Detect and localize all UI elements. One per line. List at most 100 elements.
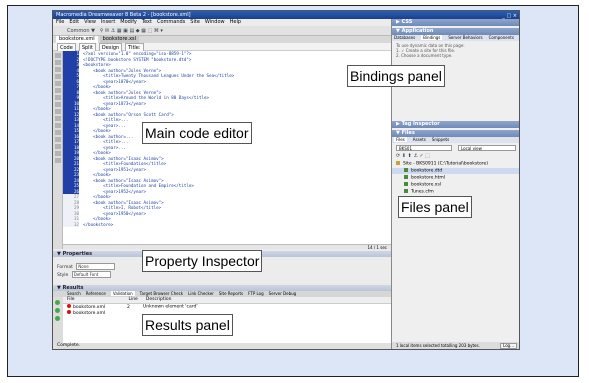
- menu-item-file[interactable]: File: [56, 19, 64, 25]
- tag-inspector-header[interactable]: ▶ Tag Inspector: [392, 121, 519, 128]
- menu-item-text[interactable]: Text: [142, 19, 152, 25]
- code-text[interactable]: </book>: [83, 216, 111, 221]
- coding-toolbar[interactable]: [53, 51, 63, 249]
- code-text[interactable]: <book author="Isaac Asimov">: [83, 178, 164, 183]
- format-row: Format None: [57, 263, 116, 270]
- menu-item-window[interactable]: Window: [205, 19, 225, 25]
- code-text[interactable]: <year>1951</year>: [83, 167, 146, 172]
- css-panel-header[interactable]: ▶ CSS: [392, 19, 519, 26]
- code-text[interactable]: <year>...: [83, 145, 126, 150]
- results-tab[interactable]: Validation: [110, 291, 135, 296]
- menu-item-view[interactable]: View: [84, 19, 96, 25]
- code-text[interactable]: <book author="Jules Verne">: [83, 68, 161, 73]
- format-select[interactable]: None: [76, 263, 116, 270]
- files-tab-assets[interactable]: Assets: [413, 137, 426, 142]
- file-list-item[interactable]: bookstore.html: [392, 175, 519, 181]
- toolbar-category[interactable]: Common ▼: [67, 28, 95, 34]
- code-text[interactable]: <year>1950</year>: [83, 211, 146, 216]
- error-icon: [67, 304, 71, 308]
- code-text[interactable]: <!DOCTYPE bookstore SYSTEM "bookstore.dt…: [83, 57, 191, 62]
- window-title: Macromedia Dreamweaver 8 Beta 2 - [books…: [56, 12, 191, 18]
- code-text[interactable]: <title>Foundation and Empire</title>: [83, 183, 194, 188]
- file-icon: [404, 168, 408, 172]
- files-toolbar-icons[interactable]: ⟳ ⬇ ⬆ ⚓ ✓ ⬚: [396, 153, 430, 159]
- files-status-bar: 1 local items selected totalling 203 byt…: [392, 342, 519, 349]
- app-tab-databases[interactable]: Databases: [394, 35, 415, 40]
- code-text[interactable]: <book author="Orson Scott Card">: [83, 112, 174, 117]
- code-text[interactable]: <title>...: [83, 139, 128, 144]
- style-label: Style: [57, 273, 69, 278]
- code-text[interactable]: </book>: [83, 128, 111, 133]
- menu-item-edit[interactable]: Edit: [69, 19, 79, 25]
- results-tab[interactable]: Reference: [86, 291, 106, 296]
- results-tab[interactable]: Site Reports: [219, 291, 243, 296]
- code-text[interactable]: </bookstore>: [83, 222, 113, 227]
- files-tab-snippets[interactable]: Snippets: [432, 137, 449, 142]
- site-folder-icon: [396, 161, 400, 165]
- menu-bar: File Edit View Insert Modify Text Commands Site…: [53, 19, 391, 26]
- code-text[interactable]: <year>...: [83, 123, 126, 128]
- insert-toolbar[interactable]: Common ▼ ⚲ ✉ ⚓ ▦ ▣ ▤ ◆ ▦ ⬚ ⌘ ▾: [53, 26, 391, 36]
- code-text[interactable]: <book author="Jules Verne">: [83, 90, 161, 95]
- menu-item-help[interactable]: Help: [230, 19, 241, 25]
- code-text[interactable]: </book>: [83, 84, 111, 89]
- code-text[interactable]: <book author="Isaac Asimov">: [83, 200, 164, 205]
- col-file[interactable]: File: [67, 297, 127, 303]
- code-text[interactable]: </book>: [83, 194, 111, 199]
- code-editor[interactable]: 1 <?xml version="1.0" encoding="iso-8859-…: [63, 51, 391, 244]
- results-tab[interactable]: Link Checker: [188, 291, 214, 296]
- slide-footer: [8, 351, 578, 376]
- log-button[interactable]: Log...: [500, 343, 517, 349]
- app-tab-server-behaviors[interactable]: Server Behaviors: [448, 35, 482, 40]
- code-text[interactable]: <title>...: [83, 117, 128, 122]
- results-tab[interactable]: Server Debug: [269, 291, 297, 296]
- file-list-item[interactable]: bookstore.dtd: [392, 168, 519, 174]
- results-tab[interactable]: Target Browser Check: [140, 291, 183, 296]
- menu-item-site[interactable]: Site: [190, 19, 200, 25]
- code-text[interactable]: <title>Twenty Thousand Leagues Under the…: [83, 73, 234, 78]
- app-tab-bindings[interactable]: Bindings: [421, 35, 443, 40]
- code-text[interactable]: <book author=...: [83, 134, 133, 139]
- results-side-toolbar[interactable]: [53, 297, 63, 343]
- document-tabs: bookstore.xml bookstore.xsl: [53, 36, 391, 43]
- code-text[interactable]: </book>: [83, 150, 111, 155]
- menu-item-modify[interactable]: Modify: [120, 19, 137, 25]
- code-text[interactable]: </book>: [83, 106, 111, 111]
- code-text[interactable]: <year>1873</year>: [83, 101, 146, 106]
- code-text[interactable]: <bookstore>: [83, 62, 111, 67]
- results-tab[interactable]: FTP Log: [248, 291, 264, 296]
- toolbar-icons[interactable]: ⚲ ✉ ⚓ ▦ ▣ ▤ ◆ ▦ ⬚ ⌘ ▾: [97, 28, 163, 34]
- files-tab-files[interactable]: Files: [394, 137, 407, 142]
- file-list-item[interactable]: Tunes.cfm: [392, 189, 519, 195]
- menu-item-insert[interactable]: Insert: [101, 19, 115, 25]
- style-select[interactable]: Default Font: [71, 271, 111, 278]
- code-text[interactable]: <title>Around the World in 80 Days</titl…: [83, 95, 209, 100]
- format-label: Format: [57, 265, 73, 270]
- line-number[interactable]: 32: [63, 221, 79, 227]
- results-status: Complete.: [53, 343, 391, 349]
- col-description[interactable]: Description: [146, 297, 172, 303]
- code-text[interactable]: </book>: [83, 172, 111, 177]
- code-text[interactable]: <book author="Isaac Asimov">: [83, 156, 164, 161]
- results-tab[interactable]: Search: [67, 291, 81, 296]
- code-text[interactable]: <year>1952</year>: [83, 189, 146, 194]
- view-select[interactable]: Local view: [458, 145, 516, 151]
- window-titlebar: Macromedia Dreamweaver 8 Beta 2 - [books…: [53, 11, 519, 19]
- document-tab[interactable]: bookstore.xsl: [99, 36, 140, 43]
- callout-bindings-panel: Bindings panel: [347, 65, 445, 87]
- code-text[interactable]: <year>1870</year>: [83, 79, 146, 84]
- col-line[interactable]: Line: [128, 297, 144, 303]
- files-panel-header[interactable]: ▼ Files: [392, 130, 519, 137]
- code-text[interactable]: <?xml version="1.0" encoding="iso-8859-1…: [83, 51, 191, 56]
- file-list-item[interactable]: bookstore.xsl: [392, 182, 519, 188]
- code-text[interactable]: <title>I, Robot</title>: [83, 205, 161, 210]
- callout-property-inspector: Property Inspector: [142, 250, 263, 272]
- document-tab[interactable]: bookstore.xml: [56, 36, 98, 43]
- app-tab-components[interactable]: Components: [489, 35, 514, 40]
- site-select[interactable]: BKS01: [396, 145, 452, 151]
- file-name: bookstore.html: [411, 175, 446, 181]
- menu-item-commands[interactable]: Commands: [157, 19, 185, 25]
- file-list-item[interactable]: Site - BKS0911 (C:\Tutorial\bookstore): [392, 161, 519, 167]
- code-text[interactable]: <title>Foundation</title>: [83, 161, 166, 166]
- application-panel-header[interactable]: ▼ Application: [392, 28, 519, 35]
